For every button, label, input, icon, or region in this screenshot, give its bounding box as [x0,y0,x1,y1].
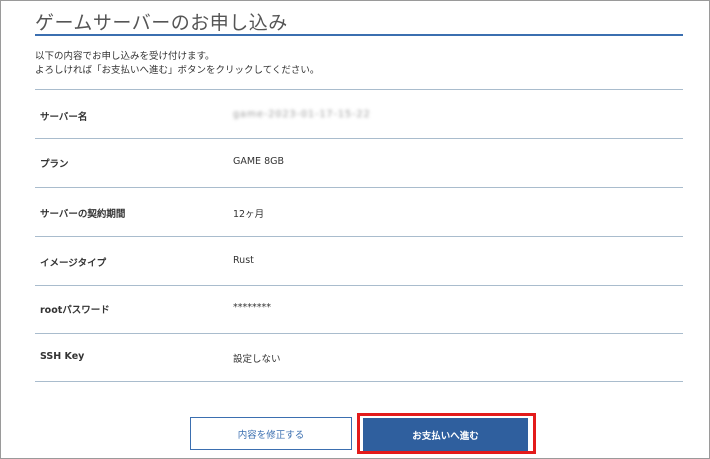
image-type-value: Rust [233,255,254,266]
server-name-label: サーバー名 [40,112,88,123]
image-type-label: イメージタイプ [40,258,107,269]
plan-value: GAME 8GB [233,156,285,167]
ssh-key-label: SSH Key [40,351,85,362]
edit-content-button[interactable]: 内容を修正する [190,417,352,450]
row-divider [35,89,683,90]
row-divider [35,285,683,286]
ssh-key-value: 設定しない [233,354,281,365]
proceed-to-payment-button[interactable]: お支払いへ進む [363,418,528,451]
plan-label: プラン [40,159,69,170]
row-divider [35,187,683,188]
root-password-label: rootパスワード [40,305,110,316]
server-name-value: game-2023-01-17-15-22 [233,109,371,120]
row-divider [35,236,683,237]
root-password-value: ******** [233,302,271,313]
intro-text: 以下の内容でお申し込みを受け付けます。 よろしければ「お支払いへ進む」ボタンをク… [35,50,319,78]
title-underline [35,34,683,36]
contract-period-label: サーバーの契約期間 [40,209,126,220]
row-divider [35,381,683,382]
intro-line-1: 以下の内容でお申し込みを受け付けます。 [35,51,215,62]
contract-period-value: 12ヶ月 [233,209,265,220]
intro-line-2: よろしければ「お支払いへ進む」ボタンをクリックしてください。 [35,65,320,76]
page-title: ゲームサーバーのお申し込み [35,12,288,34]
row-divider [35,138,683,139]
row-divider [35,333,683,334]
